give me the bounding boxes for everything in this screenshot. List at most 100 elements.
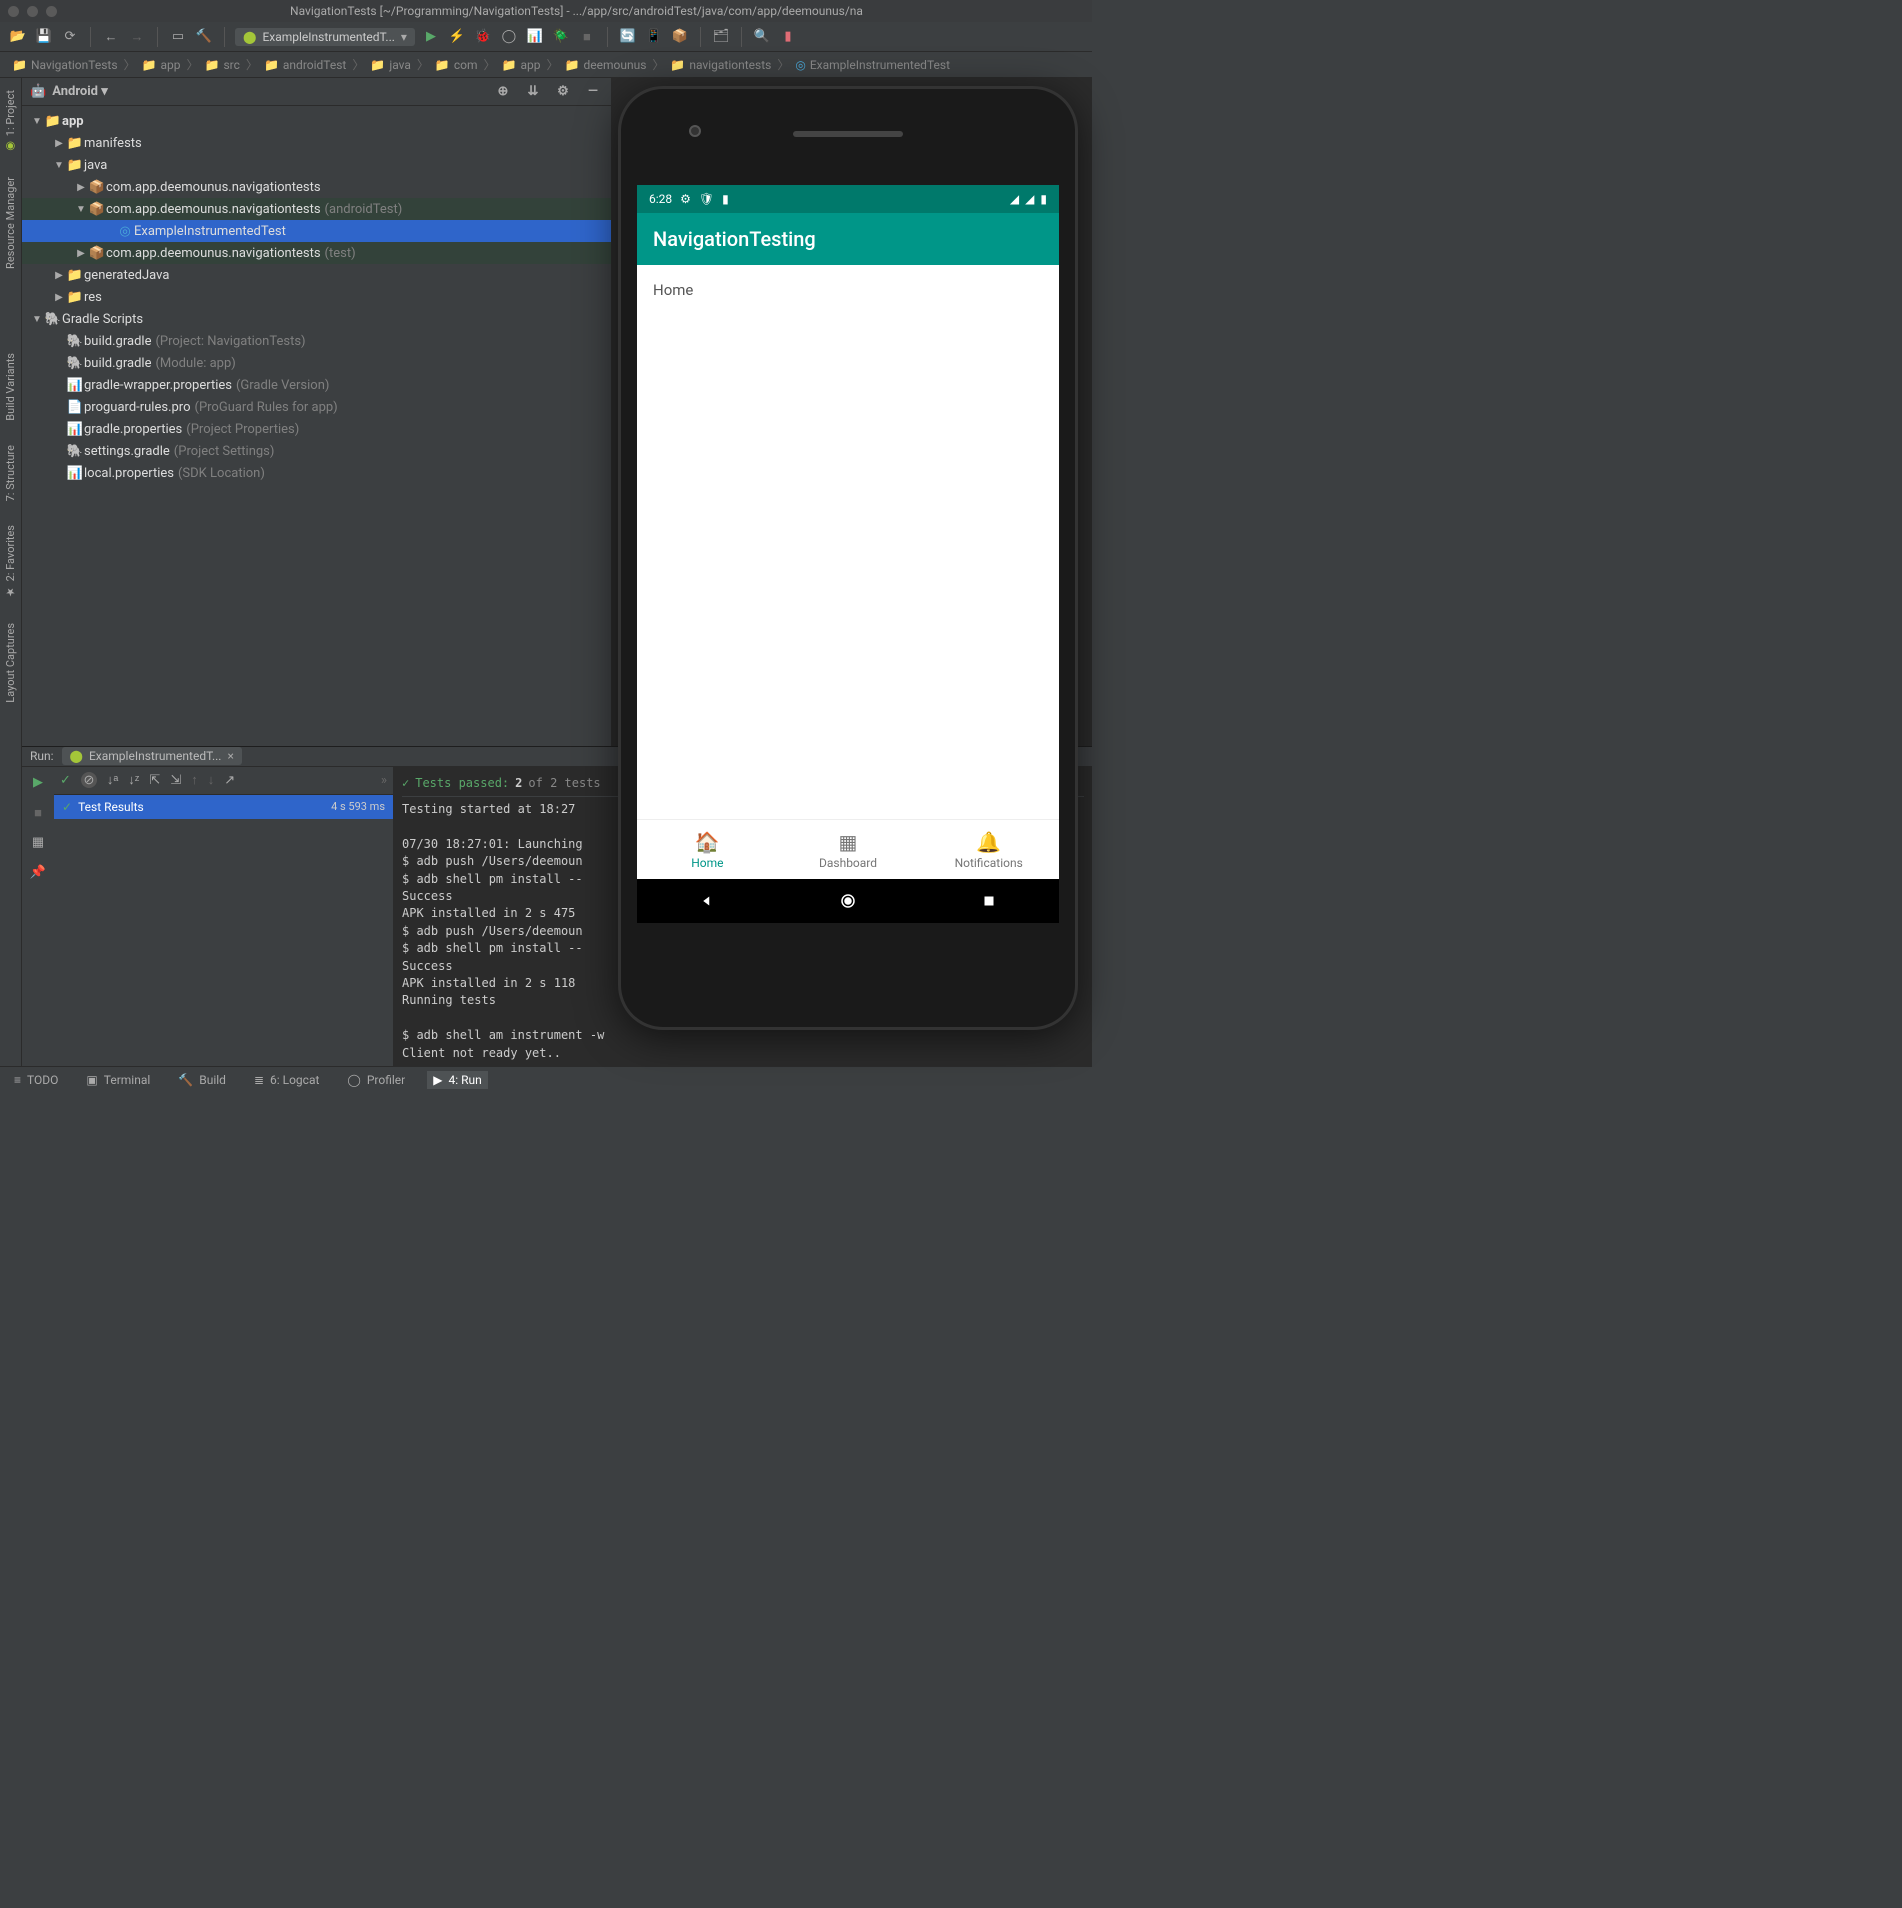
- traffic-lights[interactable]: [8, 6, 57, 17]
- show-passed-icon[interactable]: ✓: [60, 773, 71, 788]
- tree-node-generatedjava[interactable]: ▶📁generatedJava: [22, 264, 611, 286]
- nav-notifications[interactable]: 🔔 Notifications: [918, 820, 1059, 879]
- save-all-icon[interactable]: 💾: [34, 27, 54, 47]
- tree-node-java[interactable]: ▼📁java: [22, 154, 611, 176]
- structure-icon[interactable]: 🗂: [711, 27, 731, 47]
- shield-icon: 🛡: [699, 192, 714, 206]
- tab-resource-manager[interactable]: Resource Manager: [2, 165, 19, 281]
- crumb-apppkg[interactable]: 📁app: [498, 58, 545, 72]
- android-navbar: [637, 879, 1059, 923]
- tree-node-pkg-main[interactable]: ▶📦com.app.deemounus.navigationtests: [22, 176, 611, 198]
- tab-project[interactable]: ◉1: Project: [2, 78, 19, 165]
- hide-icon[interactable]: —: [583, 82, 603, 102]
- crumb-app[interactable]: 📁app: [138, 58, 185, 72]
- sb-logcat[interactable]: ≣ 6: Logcat: [248, 1071, 325, 1089]
- run-tool-buttons: ▶ ■ ▦ 📌: [22, 767, 54, 1066]
- collapse-all-icon[interactable]: ⇊: [523, 82, 543, 102]
- avdmanager-icon[interactable]: ▭: [168, 27, 188, 47]
- layout-icon[interactable]: ▦: [28, 833, 48, 853]
- crumb-androidtest[interactable]: 📁androidTest: [260, 58, 350, 72]
- recents-button-icon[interactable]: [980, 892, 998, 910]
- sb-build[interactable]: 🔨 Build: [172, 1071, 232, 1089]
- run-tab[interactable]: ⬤ ExampleInstrumentedT... ×: [62, 747, 242, 765]
- nav-dashboard[interactable]: ▦ Dashboard: [778, 820, 919, 879]
- run-configuration-dropdown[interactable]: ⬤ ExampleInstrumentedT... ▾: [235, 28, 415, 46]
- tree-node-pkg-androidtest[interactable]: ▼📦com.app.deemounus.navigationtests(andr…: [22, 198, 611, 220]
- tab-build-variants[interactable]: Build Variants: [2, 341, 19, 433]
- device-icon[interactable]: ▮: [778, 27, 798, 47]
- close-tab-icon[interactable]: ×: [227, 749, 233, 763]
- collapse-icon[interactable]: ⇲: [170, 773, 181, 788]
- coverage-icon[interactable]: ◯: [499, 27, 519, 47]
- scroll-from-source-icon[interactable]: ⊕: [493, 82, 513, 102]
- settings-icon[interactable]: ⚙: [553, 82, 573, 102]
- tree-node-gradle-wrapper[interactable]: 📊gradle-wrapper.properties(Gradle Versio…: [22, 374, 611, 396]
- crumb-file[interactable]: ◎ExampleInstrumentedTest: [791, 58, 954, 72]
- tab-layout-captures[interactable]: Layout Captures: [2, 611, 19, 715]
- nav-home[interactable]: 🏠 Home: [637, 820, 778, 879]
- tree-node-res[interactable]: ▶📁res: [22, 286, 611, 308]
- open-icon[interactable]: 📂: [8, 27, 28, 47]
- gear-icon: ⚙: [680, 192, 691, 206]
- home-button-icon[interactable]: [839, 892, 857, 910]
- sb-profiler[interactable]: ◯ Profiler: [341, 1071, 411, 1089]
- tree-node-settings-gradle[interactable]: 🐘settings.gradle(Project Settings): [22, 440, 611, 462]
- tree-node-proguard[interactable]: 📄proguard-rules.pro(ProGuard Rules for a…: [22, 396, 611, 418]
- attach-debugger-icon[interactable]: 🪲: [551, 27, 571, 47]
- tree-node-pkg-test[interactable]: ▶📦com.app.deemounus.navigationtests(test…: [22, 242, 611, 264]
- wifi-icon: ◢: [1010, 192, 1019, 206]
- tab-structure[interactable]: 7: Structure: [2, 433, 19, 513]
- crumb-src[interactable]: 📁src: [201, 58, 244, 72]
- crumb-navtests[interactable]: 📁navigationtests: [666, 58, 775, 72]
- sort-icon[interactable]: ↓ᵃ: [107, 772, 118, 788]
- run-icon[interactable]: ▶: [421, 27, 441, 47]
- pin-icon[interactable]: 📌: [28, 863, 48, 883]
- tree-node-app[interactable]: ▼📁app: [22, 110, 611, 132]
- expand-icon[interactable]: ⇱: [149, 773, 160, 788]
- sync-icon[interactable]: ⟳: [60, 27, 80, 47]
- stop-icon[interactable]: ■: [577, 27, 597, 47]
- prev-icon[interactable]: ↑: [191, 772, 198, 788]
- tree-node-build-gradle-app[interactable]: 🐘build.gradle(Module: app): [22, 352, 611, 374]
- back-button-icon[interactable]: [698, 892, 716, 910]
- run-config-label: ExampleInstrumentedT...: [262, 30, 394, 44]
- sort2-icon[interactable]: ↓ᶻ: [128, 772, 139, 788]
- crumb-java[interactable]: 📁java: [366, 58, 415, 72]
- back-icon[interactable]: ←: [101, 27, 121, 47]
- sdk-icon[interactable]: 📦: [670, 27, 690, 47]
- app-content: Home: [637, 265, 1059, 819]
- tree-node-example-test[interactable]: ◎ExampleInstrumentedTest: [22, 220, 611, 242]
- crumb-root[interactable]: 📁NavigationTests: [8, 58, 122, 72]
- tree-node-local-properties[interactable]: 📊local.properties(SDK Location): [22, 462, 611, 484]
- avd-icon[interactable]: 📱: [644, 27, 664, 47]
- test-results-row[interactable]: ✓ Test Results 4 s 593 ms: [54, 795, 393, 819]
- export-icon[interactable]: ↗: [224, 773, 235, 788]
- crumb-deemounus[interactable]: 📁deemounus: [561, 58, 651, 72]
- search-icon[interactable]: 🔍: [752, 27, 772, 47]
- crumb-com[interactable]: 📁com: [431, 58, 482, 72]
- tree-node-gradle-properties[interactable]: 📊gradle.properties(Project Properties): [22, 418, 611, 440]
- tree-node-build-gradle-proj[interactable]: 🐘build.gradle(Project: NavigationTests): [22, 330, 611, 352]
- emulator-screen[interactable]: 6:28 ⚙ 🛡 ▮ ◢ ◢ ▮ NavigationTesting Home …: [637, 185, 1059, 923]
- home-icon: 🏠: [695, 830, 720, 854]
- stop-run-icon[interactable]: ■: [28, 803, 48, 823]
- apply-changes-icon[interactable]: ⚡: [447, 27, 467, 47]
- sb-run[interactable]: ▶ 4: Run: [427, 1071, 488, 1089]
- tree-node-manifests[interactable]: ▶📁manifests: [22, 132, 611, 154]
- navigation-breadcrumb: 📁NavigationTests〉 📁app〉 📁src〉 📁androidTe…: [0, 52, 1092, 78]
- test-toolbar: ✓ ⊘ ↓ᵃ ↓ᶻ ⇱ ⇲ ↑ ↓ ↗ »: [54, 767, 393, 795]
- sb-todo[interactable]: ≡ TODO: [8, 1071, 64, 1089]
- app-title: NavigationTesting: [653, 227, 816, 251]
- debug-icon[interactable]: 🐞: [473, 27, 493, 47]
- sync-gradle-icon[interactable]: 🔄: [618, 27, 638, 47]
- tab-favorites[interactable]: ★ 2: Favorites: [2, 513, 19, 610]
- next-icon[interactable]: ↓: [208, 772, 215, 788]
- make-icon[interactable]: 🔨: [194, 27, 214, 47]
- show-ignored-icon[interactable]: ⊘: [81, 772, 97, 788]
- sb-terminal[interactable]: ▣ Terminal: [80, 1071, 156, 1089]
- project-view-dropdown[interactable]: Android ▾: [52, 84, 108, 99]
- profile-icon[interactable]: 📊: [525, 27, 545, 47]
- tree-node-gradle-scripts[interactable]: ▼🐘Gradle Scripts: [22, 308, 611, 330]
- rerun-icon[interactable]: ▶: [28, 773, 48, 793]
- forward-icon[interactable]: →: [127, 27, 147, 47]
